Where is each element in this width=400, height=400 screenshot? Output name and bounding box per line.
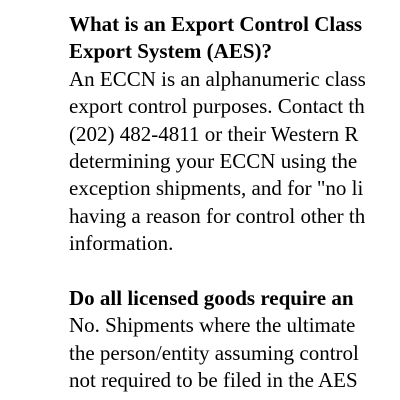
body-line: No. Shipments where the ultimate <box>69 313 356 338</box>
body-line: exception shipments, and for "no li <box>69 176 364 201</box>
body-line: having a reason for control other th <box>69 203 366 228</box>
body-line: information. <box>69 231 174 256</box>
faq-section-licensed-goods: Do all licensed goods require an No. Shi… <box>69 285 400 395</box>
body-line: (202) 482-4811 or their Western R <box>69 121 359 146</box>
heading-line: What is an Export Control Class <box>69 12 363 36</box>
section-heading: Do all licensed goods require an <box>69 285 400 312</box>
faq-section-eccn: What is an Export Control Class Export S… <box>69 11 400 258</box>
section-heading: What is an Export Control Class Export S… <box>69 11 400 66</box>
section-body: No. Shipments where the ultimate the per… <box>69 312 400 394</box>
body-line: An ECCN is an alphanumeric class <box>69 66 366 91</box>
heading-line: Do all licensed goods require an <box>69 286 354 311</box>
body-line: the person/entity assuming control <box>69 340 359 365</box>
document-page: What is an Export Control Class Export S… <box>0 0 400 400</box>
document-content: What is an Export Control Class Export S… <box>69 11 400 395</box>
heading-line: Export System (AES)? <box>69 39 272 64</box>
section-body: An ECCN is an alphanumeric class export … <box>69 66 400 258</box>
body-line: not required to be filed in the AES <box>69 368 358 393</box>
body-line: determining your ECCN using the <box>69 149 358 174</box>
body-line: export control purposes. Contact th <box>69 94 365 119</box>
